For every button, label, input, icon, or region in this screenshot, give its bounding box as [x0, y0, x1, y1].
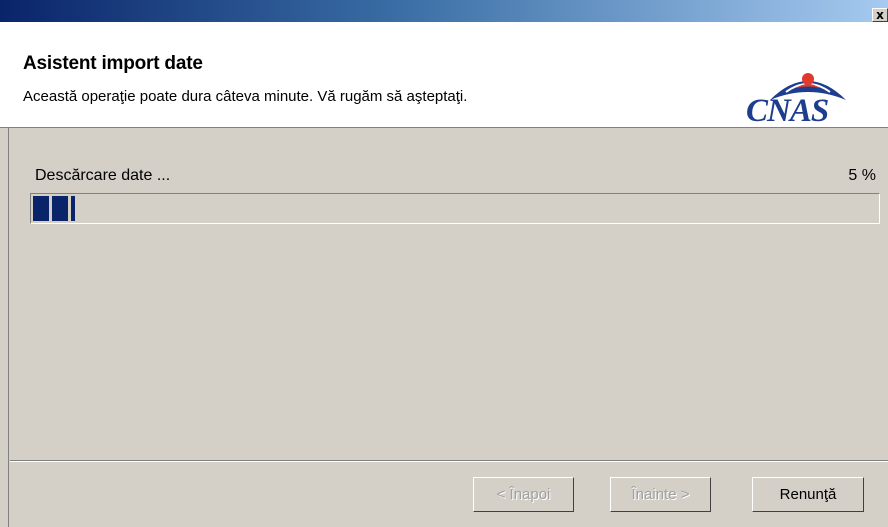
- progress-bar: [30, 193, 880, 224]
- page-title: Asistent import date: [23, 53, 203, 74]
- progress-chunk: [52, 196, 68, 221]
- progress-fill: [33, 196, 76, 221]
- progress-percent: 5 %: [848, 167, 876, 184]
- cnas-logo: CNAS: [746, 70, 876, 129]
- wizard-header: Asistent import date Această operaţie po…: [0, 22, 888, 128]
- back-button[interactable]: < Înapoi: [473, 477, 574, 512]
- title-bar: x: [0, 0, 888, 22]
- progress-chunk: [33, 196, 49, 221]
- progress-chunk: [71, 196, 76, 221]
- logo-text: CNAS: [746, 93, 829, 129]
- left-border: [0, 128, 9, 527]
- page-subtitle: Această operaţie poate dura câteva minut…: [23, 88, 468, 105]
- close-icon[interactable]: x: [872, 8, 888, 22]
- progress-label: Descărcare date ...: [35, 167, 171, 184]
- footer-separator: [10, 460, 888, 462]
- cancel-button[interactable]: Renunţă: [752, 477, 864, 512]
- next-button[interactable]: Înainte >: [610, 477, 711, 512]
